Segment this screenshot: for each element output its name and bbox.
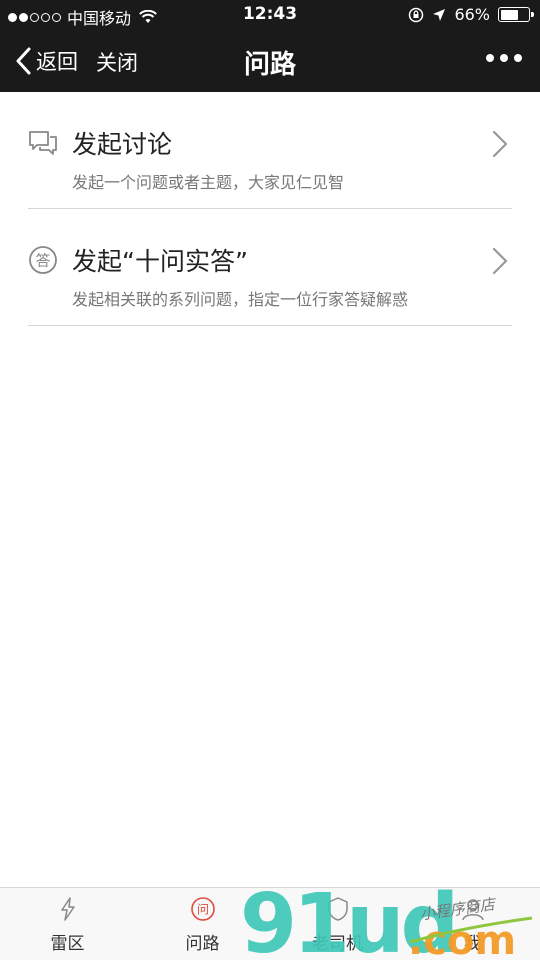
more-dot: [500, 54, 508, 62]
battery-fill: [500, 9, 519, 20]
tab-label: 雷区: [50, 934, 85, 954]
chevron-right-icon: [492, 247, 508, 275]
tab-label: 问路: [185, 934, 220, 954]
battery-icon: [498, 7, 534, 22]
chevron-left-icon: [16, 47, 31, 75]
person-icon: [461, 899, 484, 921]
chat-bubbles-icon: [29, 131, 57, 155]
svg-text:问: 问: [196, 903, 208, 917]
action-list: 发起讨论 发起一个问题或者主题，大家见仁见智 答 发起“十问实答” 发起相关联的…: [0, 92, 540, 326]
more-dot: [514, 54, 522, 62]
chevron-right-icon: [492, 130, 508, 158]
tab-me[interactable]: 我: [405, 888, 540, 960]
status-bar: 中国移动 12:43 66%: [0, 0, 540, 30]
location-arrow-icon: [433, 8, 446, 21]
tab-label: 我: [464, 934, 481, 954]
tab-label: 老司机: [312, 934, 363, 954]
ask-circle-icon: 问: [190, 897, 215, 921]
bottom-tab-bar: 雷区 问 问路 老司机 我: [0, 887, 540, 960]
battery-percent: 66%: [454, 5, 490, 24]
item-description: 发起一个问题或者主题，大家见仁见智: [72, 173, 345, 192]
more-dot: [486, 54, 494, 62]
start-ten-questions-item[interactable]: 答 发起“十问实答” 发起相关联的系列问题，指定一位行家答疑解惑: [28, 209, 512, 326]
tab-laosiji[interactable]: 老司机: [270, 888, 405, 960]
orientation-lock-icon: [409, 7, 424, 22]
more-options-button[interactable]: [486, 54, 522, 62]
answer-circle-icon: 答: [29, 246, 57, 274]
back-button[interactable]: 返回: [14, 46, 78, 76]
page-title: 问路: [243, 50, 296, 80]
close-button[interactable]: 关闭: [96, 47, 138, 77]
shield-icon: [327, 897, 348, 921]
item-description: 发起相关联的系列问题，指定一位行家答疑解惑: [72, 290, 409, 309]
start-discussion-item[interactable]: 发起讨论 发起一个问题或者主题，大家见仁见智: [28, 92, 512, 209]
tab-wenlu[interactable]: 问 问路: [135, 888, 270, 960]
tab-leiqu[interactable]: 雷区: [0, 888, 135, 960]
back-label: 返回: [36, 50, 78, 74]
item-title: 发起讨论: [72, 130, 173, 159]
lightning-icon: [60, 897, 75, 921]
navigation-bar: 返回 关闭 问路: [0, 30, 540, 92]
svg-text:答: 答: [35, 252, 50, 270]
item-title: 发起“十问实答”: [72, 247, 248, 276]
status-right: 66%: [408, 5, 534, 24]
